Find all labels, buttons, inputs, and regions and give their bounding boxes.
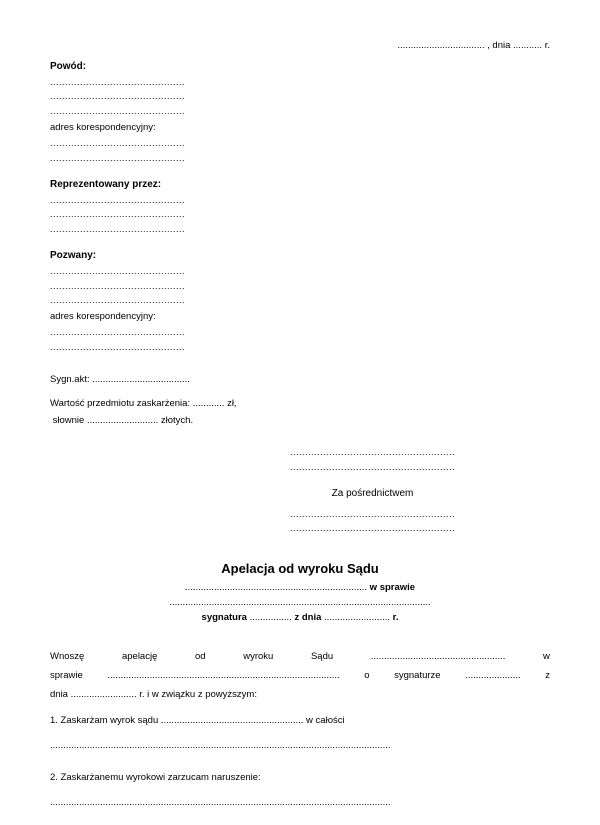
plaintiff-addr-1: ........................................… <box>50 136 225 150</box>
value-dots: ............ <box>193 398 225 409</box>
day-blank: ........... <box>513 40 542 51</box>
signature-dots: ..................................... <box>92 374 190 385</box>
t: wyroku <box>243 647 273 666</box>
place-blank: ................................. <box>397 40 484 51</box>
defendant-line-2: ........................................… <box>50 279 225 293</box>
value-currency: zł, <box>227 398 237 409</box>
item-1: 1. Zaskarżam wyrok sądu ................… <box>50 712 550 729</box>
subtitle-suffix-1: w sprawie <box>370 582 415 593</box>
plaintiff-line-3: ........................................… <box>50 104 225 118</box>
item-1-continued: ........................................… <box>50 737 550 754</box>
year-suffix: r. <box>545 40 550 51</box>
value-words-suffix: złotych. <box>161 415 193 426</box>
signature-dots-2: ......................... <box>324 612 390 623</box>
t: w <box>543 647 550 666</box>
defendant-line-3: ........................................… <box>50 293 225 307</box>
t: Sądu <box>311 647 333 666</box>
defendant-addr-2: ........................................… <box>50 340 225 354</box>
item-2: 2. Zaskarżanemu wyrokowi zarzucam narusz… <box>50 769 550 786</box>
date-mid: z dnia <box>294 612 321 623</box>
court-block: ........................................… <box>255 445 490 536</box>
t: dnia <box>50 689 68 700</box>
court-line-2: ........................................… <box>255 460 490 474</box>
subtitle-dots-1: ........................................… <box>185 582 367 593</box>
court-line-1: ........................................… <box>255 445 490 459</box>
value-block: Wartość przedmiotu zaskarżenia: ........… <box>50 395 550 429</box>
t: apelację <box>122 647 157 666</box>
item-2-continued: ........................................… <box>50 794 550 811</box>
dots: ..................... <box>465 666 520 685</box>
plaintiff-line-1: ........................................… <box>50 75 225 89</box>
document-page: ................................. , dnia… <box>0 0 600 825</box>
plaintiff-addr-label: adres korespondencyjny: <box>50 122 550 133</box>
value-words-dots: ........................... <box>87 415 158 426</box>
rep-line-1: ........................................… <box>50 193 225 207</box>
dots: ........................................… <box>107 666 339 685</box>
t: r. i w związku z powyższym: <box>139 689 257 700</box>
signature-dots-1: ................ <box>250 612 292 623</box>
t: o <box>364 666 369 685</box>
representative-label: Reprezentowany przez: <box>50 179 550 190</box>
dots: ......................... <box>71 689 137 700</box>
subtitle-row-3: sygnatura ................ z dnia ......… <box>50 610 550 625</box>
t: Wnoszę <box>50 647 84 666</box>
year-suffix-2: r. <box>393 612 399 623</box>
subtitle-row-2: ........................................… <box>50 595 550 610</box>
plaintiff-line-2: ........................................… <box>50 89 225 103</box>
body-row-2: sprawie.................................… <box>50 666 550 685</box>
body-row-3: dnia ......................... r. i w zw… <box>50 685 550 704</box>
signature-line: Sygn.akt: ..............................… <box>50 374 550 385</box>
subtitle-row-1: ........................................… <box>50 580 550 595</box>
court-line-3: ........................................… <box>255 507 490 521</box>
plaintiff-addr-2: ........................................… <box>50 151 225 165</box>
item1-suffix: w całości <box>306 715 345 726</box>
subtitle-dots-2: ........................................… <box>169 597 430 608</box>
defendant-addr-label: adres korespondencyjny: <box>50 311 550 322</box>
date-label: , dnia <box>487 40 510 51</box>
defendant-addr-1: ........................................… <box>50 325 225 339</box>
date-line: ................................. , dnia… <box>50 40 550 51</box>
court-line-4: ........................................… <box>255 521 490 535</box>
value-words-label: słownie <box>53 415 85 426</box>
defendant-label: Pozwany: <box>50 250 550 261</box>
t: sygnaturze <box>394 666 440 685</box>
rep-line-3: ........................................… <box>50 222 225 236</box>
signature-prefix: sygnatura <box>202 612 247 623</box>
rep-line-2: ........................................… <box>50 207 225 221</box>
body-text: Wnoszę apelację od wyroku Sądu .........… <box>50 647 550 704</box>
t: z <box>545 666 550 685</box>
dots: ........................................… <box>371 647 506 666</box>
document-title: Apelacja od wyroku Sądu <box>50 561 550 576</box>
item1-dots: ........................................… <box>161 715 304 726</box>
item1-prefix: 1. Zaskarżam wyrok sądu <box>50 715 158 726</box>
t: sprawie <box>50 666 83 685</box>
signature-label: Sygn.akt: <box>50 374 90 385</box>
via-label: Za pośrednictwem <box>255 488 490 499</box>
value-label: Wartość przedmiotu zaskarżenia: <box>50 398 190 409</box>
defendant-line-1: ........................................… <box>50 264 225 278</box>
t: od <box>195 647 206 666</box>
plaintiff-label: Powód: <box>50 61 550 72</box>
body-row-1: Wnoszę apelację od wyroku Sądu .........… <box>50 647 550 666</box>
